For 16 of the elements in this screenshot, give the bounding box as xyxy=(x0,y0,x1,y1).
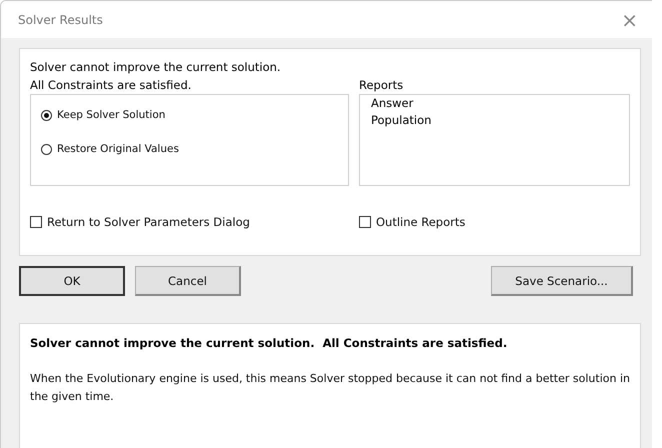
close-button[interactable]: × xyxy=(617,8,642,32)
list-item[interactable]: Population xyxy=(371,112,432,129)
cancel-button[interactable]: Cancel xyxy=(135,266,241,296)
checkbox-option[interactable]: Outline Reports xyxy=(359,215,466,229)
ok-button[interactable]: OK xyxy=(19,266,125,296)
save-scenario-button[interactable]: Save Scenario... xyxy=(491,266,633,296)
radio-option[interactable]: Restore Original Values xyxy=(41,143,179,155)
reports-label: Reports xyxy=(359,77,404,94)
reports-list[interactable]: Answer Population xyxy=(359,94,630,186)
checkbox-option[interactable]: Return to Solver Parameters Dialog xyxy=(30,215,359,229)
status-message: Solver cannot improve the current solution. All Constraints are satisfied. xyxy=(30,59,282,94)
details-text: When the Evolutionary engine is used, this means Solver stopped because it can not find a better solution in the given time. xyxy=(30,371,630,405)
list-item[interactable]: Answer xyxy=(371,95,414,112)
window-title: Solver Results xyxy=(18,12,103,26)
radio-option[interactable]: Keep Solver Solution xyxy=(41,109,166,121)
details-heading: Solver cannot improve the current solution. All Constraints are satisfied. xyxy=(30,336,508,350)
